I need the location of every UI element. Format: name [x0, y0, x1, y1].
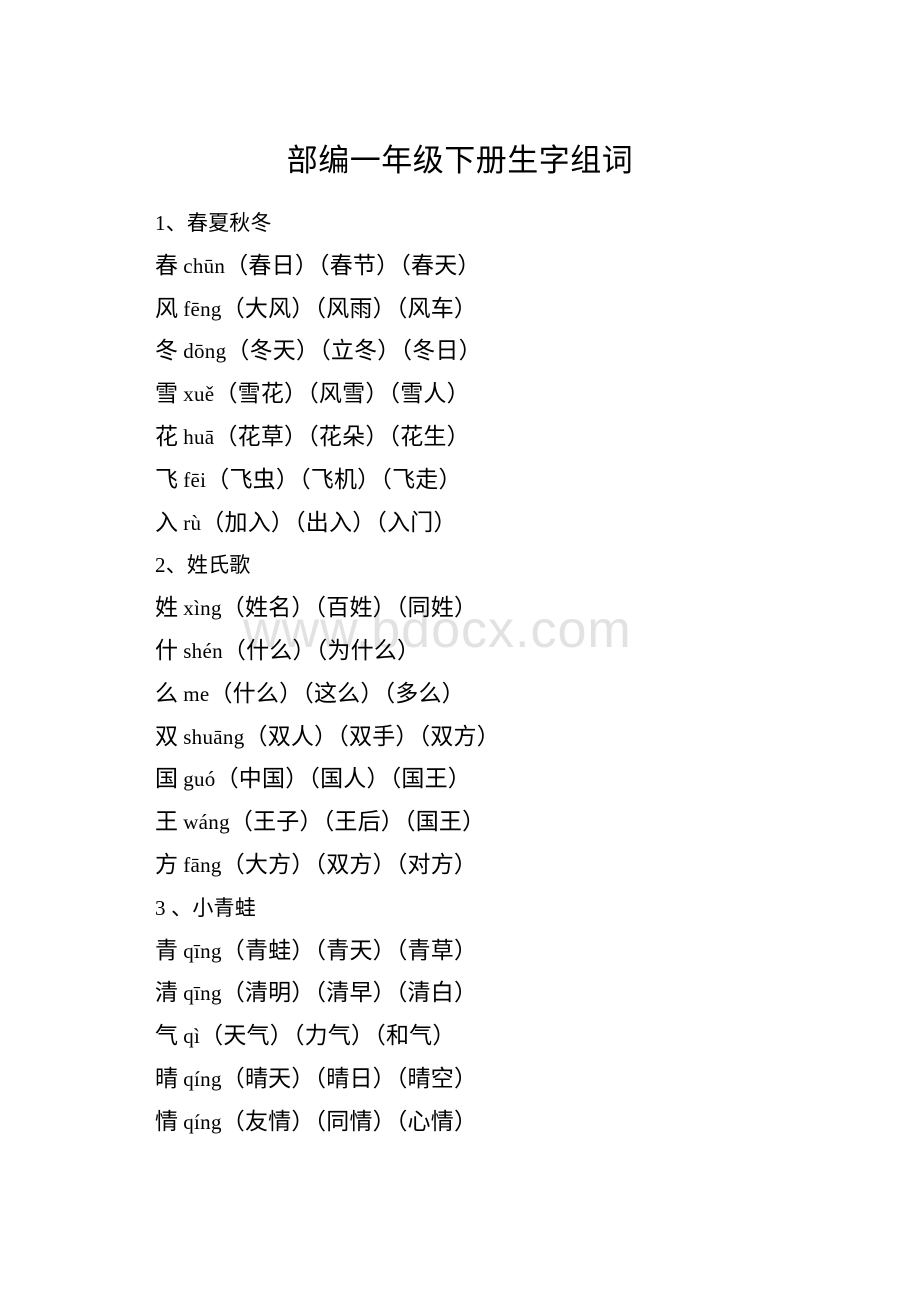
vocabulary-entry: 飞 fēi（飞虫）（飞机）（飞走） [155, 459, 875, 502]
section-heading: 3 、小青蛙 [155, 895, 256, 920]
entry-character: 姓 [155, 595, 179, 621]
entry-pinyin: me [183, 681, 210, 706]
entry-character: 青 [155, 937, 179, 963]
entry-words: （什么）（这么）（多么） [209, 680, 465, 706]
entry-character: 冬 [155, 338, 179, 364]
entry-pinyin: qíng [183, 1066, 222, 1091]
entry-character: 雪 [155, 381, 179, 407]
entry-character: 风 [155, 295, 179, 321]
entry-words: （王子）（王后）（国王） [229, 809, 486, 835]
entry-pinyin: xuě [183, 382, 215, 407]
entry-pinyin: fēng [183, 296, 222, 321]
entry-pinyin: huā [183, 424, 215, 449]
entry-words: （晴天）（晴日）（晴空） [221, 1065, 478, 1091]
entry-pinyin: dōng [183, 339, 227, 364]
vocabulary-entry: 双 shuāng（双人）（双手）（双方） [155, 716, 875, 759]
entry-character: 情 [155, 1108, 179, 1134]
entry-words: （飞虫）（飞机）（飞走） [206, 466, 462, 492]
entry-character: 双 [155, 723, 179, 749]
entry-pinyin: qīng [183, 938, 222, 963]
vocabulary-entry: 清 qīng（清明）（清早）（清白） [155, 972, 875, 1015]
entry-pinyin: qīng [183, 981, 222, 1006]
vocabulary-body: 1、春夏秋冬春 chūn（春日）（春节）（春天）风 fēng（大风）（风雨）（风车）… [155, 202, 875, 1144]
entry-words: （大方）（双方）（对方） [221, 851, 478, 877]
entry-words: （青蛙）（青天）（青草） [221, 937, 478, 963]
entry-words: （花草）（花朵）（花生） [214, 423, 470, 449]
vocabulary-entry: 么 me（什么）（这么）（多么） [155, 673, 875, 716]
entry-character: 入 [155, 509, 179, 535]
vocabulary-entry: 入 rù（加入）（出入）（入门） [155, 502, 875, 545]
entry-words: （春日）（春节）（春天） [225, 252, 481, 278]
vocabulary-entry: 雪 xuě（雪花）（风雪）（雪人） [155, 373, 875, 416]
entry-words: （中国）（国人）（国王） [215, 766, 472, 792]
entry-pinyin: chūn [183, 253, 226, 278]
vocabulary-entry: 花 huā（花草）（花朵）（花生） [155, 416, 875, 459]
entry-pinyin: wáng [183, 810, 230, 835]
entry-character: 晴 [155, 1065, 179, 1091]
entry-pinyin: shuāng [183, 724, 245, 749]
entry-pinyin: xìng [183, 596, 222, 621]
entry-words: （姓名）（百姓）（同姓） [221, 595, 478, 621]
vocabulary-entry: 晴 qíng（晴天）（晴日）（晴空） [155, 1058, 875, 1101]
entry-character: 国 [155, 766, 179, 792]
entry-words: （大风）（风雨）（风车） [221, 295, 478, 321]
entry-pinyin: fēi [183, 467, 207, 492]
vocabulary-entry: 什 shén（什么）（为什么） [155, 630, 875, 673]
entry-words: （雪花）（风雪）（雪人） [214, 381, 470, 407]
vocabulary-entry: 气 qì（天气）（力气）（和气） [155, 1015, 875, 1058]
entry-character: 么 [155, 680, 179, 706]
entry-words: （友情）（同情）（心情） [221, 1108, 478, 1134]
entry-character: 王 [155, 809, 179, 835]
entry-character: 花 [155, 423, 179, 449]
entry-character: 清 [155, 980, 179, 1006]
entry-character: 气 [155, 1023, 179, 1049]
entry-pinyin: qì [183, 1024, 201, 1049]
entry-words: （双人）（双手）（双方） [244, 723, 500, 749]
document-page: www.bdocx.com 部编一年级下册生字组词 1、春夏秋冬春 chūn（春日… [0, 0, 920, 1302]
vocabulary-entry: 姓 xìng（姓名）（百姓）（同姓） [155, 587, 875, 630]
entry-character: 什 [155, 637, 179, 663]
entry-character: 春 [155, 252, 179, 278]
entry-character: 方 [155, 851, 179, 877]
vocabulary-entry: 情 qíng（友情）（同情）（心情） [155, 1101, 875, 1144]
vocabulary-entry: 冬 dōng（冬天）（立冬）（冬日） [155, 330, 875, 373]
section-heading: 2、姓氏歌 [155, 553, 251, 578]
entry-pinyin: shén [183, 638, 223, 663]
entry-character: 飞 [155, 466, 179, 492]
vocabulary-entry: 风 fēng（大风）（风雨）（风车） [155, 288, 875, 331]
entry-pinyin: qíng [183, 1109, 222, 1134]
entry-words: （天气）（力气）（和气） [200, 1023, 456, 1049]
section-heading: 1、春夏秋冬 [155, 211, 272, 235]
vocabulary-entry: 国 guó（中国）（国人）（国王） [155, 758, 875, 801]
vocabulary-entry: 方 fāng（大方）（双方）（对方） [155, 844, 875, 887]
entry-words: （清明）（清早）（清白） [221, 980, 478, 1006]
entry-pinyin: guó [183, 767, 216, 792]
vocabulary-entry: 青 qīng（青蛙）（青天）（青草） [155, 930, 875, 973]
vocabulary-entry: 王 wáng（王子）（王后）（国王） [155, 801, 875, 844]
entry-pinyin: fāng [183, 852, 222, 877]
entry-words: （冬天）（立冬）（冬日） [226, 338, 482, 364]
document-title: 部编一年级下册生字组词 [286, 143, 634, 178]
entry-pinyin: rù [183, 510, 202, 535]
entry-words: （加入）（出入）（入门） [201, 509, 457, 535]
vocabulary-entry: 春 chūn（春日）（春节）（春天） [155, 245, 875, 288]
entry-words: （什么）（为什么） [222, 637, 421, 663]
